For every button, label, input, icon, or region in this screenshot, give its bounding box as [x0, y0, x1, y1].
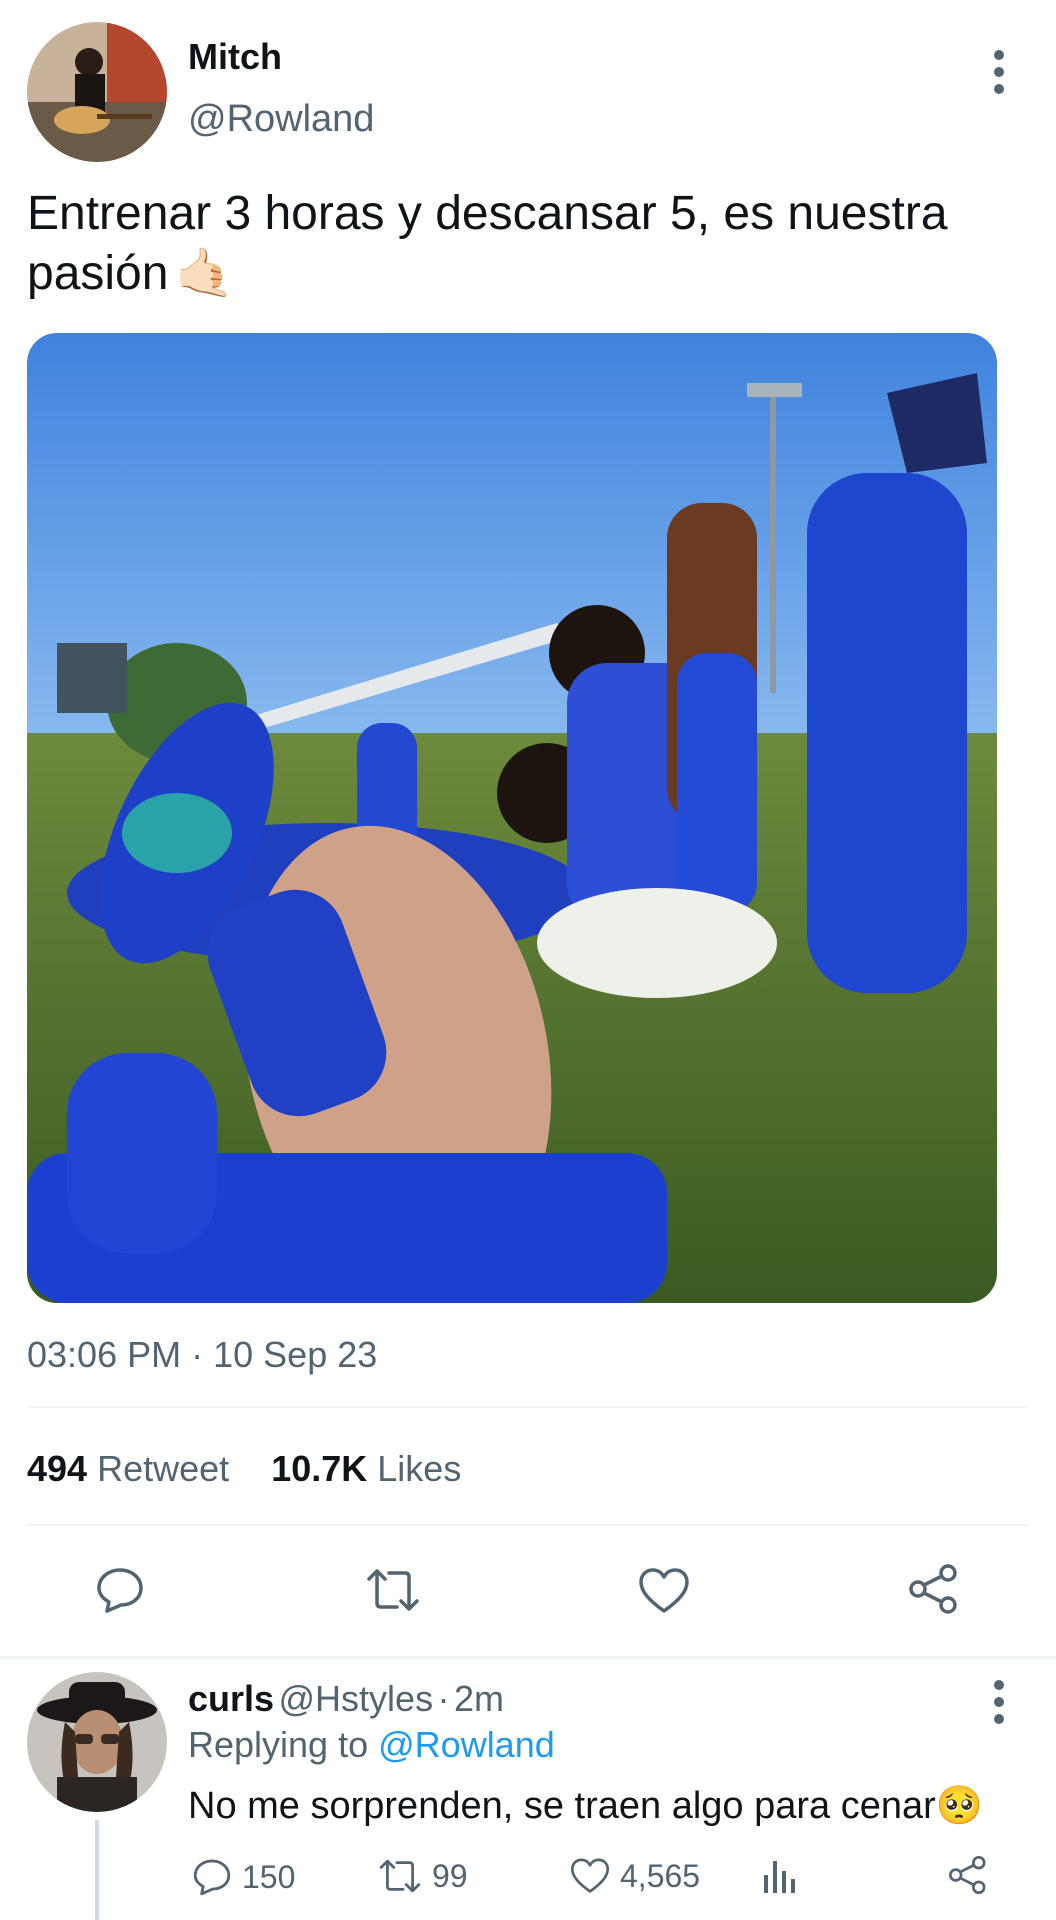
reply-age: 2m	[453, 1678, 504, 1719]
tweet-stats: 494 Retweet 10.7K Likes	[27, 1448, 461, 1490]
like-icon[interactable]	[638, 1567, 690, 1615]
author-avatar[interactable]	[27, 22, 167, 162]
call-me-hand-emoji: 🤙🏻	[174, 247, 235, 300]
reply-retweet-count: 99	[432, 1857, 468, 1894]
retweets-stat[interactable]: 494 Retweet	[27, 1448, 239, 1489]
reply-views-button[interactable]	[762, 1857, 798, 1895]
reply-share-icon	[948, 1855, 986, 1895]
reply-reply-count: 150	[242, 1858, 296, 1895]
share-icon[interactable]	[908, 1563, 960, 1615]
reply-share-button[interactable]	[948, 1855, 988, 1895]
more-options-icon[interactable]	[993, 50, 1005, 94]
thread-line	[95, 1820, 99, 1920]
replying-label: Replying to	[188, 1724, 369, 1765]
tweet-date: 10 Sep 23	[213, 1334, 378, 1375]
tweet-text-body: Entrenar 3 horas y descansar 5, es nuest…	[27, 187, 948, 300]
reply-header: curls @Hstyles · 2m	[188, 1678, 504, 1720]
reply-icon[interactable]	[95, 1565, 145, 1615]
pleading-face-emoji: 🥺	[935, 1785, 984, 1827]
likes-label: Likes	[377, 1448, 462, 1489]
divider-bottom	[27, 1524, 1027, 1526]
reply-text: No me sorprenden, se traen algo para cen…	[188, 1784, 983, 1828]
author-handle[interactable]: @Rowland	[188, 98, 374, 141]
reply-retweet-button[interactable]: 99	[378, 1857, 468, 1895]
reply-more-options-icon[interactable]	[993, 1680, 1005, 1724]
replying-to: Replying to @Rowland	[188, 1724, 555, 1766]
tweet-photo[interactable]	[27, 333, 997, 1303]
section-divider	[0, 1656, 1056, 1659]
retweets-count: 494	[27, 1448, 88, 1489]
reply-meta-separator: ·	[437, 1678, 450, 1719]
reply-like-count: 4,565	[620, 1857, 701, 1894]
likes-stat[interactable]: 10.7K Likes	[271, 1448, 461, 1489]
retweet-icon[interactable]	[365, 1567, 421, 1613]
reply-avatar[interactable]	[27, 1672, 167, 1812]
divider-top	[27, 1406, 1027, 1408]
reply-like-button[interactable]: 4,565	[570, 1857, 700, 1895]
reply-author-handle[interactable]: @Hstyles	[279, 1678, 434, 1719]
tweet-timestamp[interactable]: 03:06 PM · 10 Sep 23	[27, 1334, 377, 1376]
reply-author-name[interactable]: curls	[188, 1678, 274, 1719]
reply-action-icon	[193, 1859, 231, 1896]
reply-like-icon	[570, 1858, 610, 1893]
views-icon	[764, 1861, 795, 1893]
tweet-text: Entrenar 3 horas y descansar 5, es nuest…	[27, 184, 1027, 304]
reply-retweet-icon	[379, 1859, 421, 1893]
reply-text-body: No me sorprenden, se traen algo para cen…	[188, 1785, 936, 1827]
likes-count: 10.7K	[271, 1448, 368, 1489]
reply-reply-button[interactable]: 150	[192, 1857, 295, 1897]
replying-mention[interactable]: @Rowland	[378, 1724, 555, 1765]
author-name[interactable]: Mitch	[188, 36, 282, 78]
meta-separator: ·	[191, 1334, 204, 1375]
retweets-label: Retweet	[97, 1448, 230, 1489]
tweet-time: 03:06 PM	[27, 1334, 182, 1375]
